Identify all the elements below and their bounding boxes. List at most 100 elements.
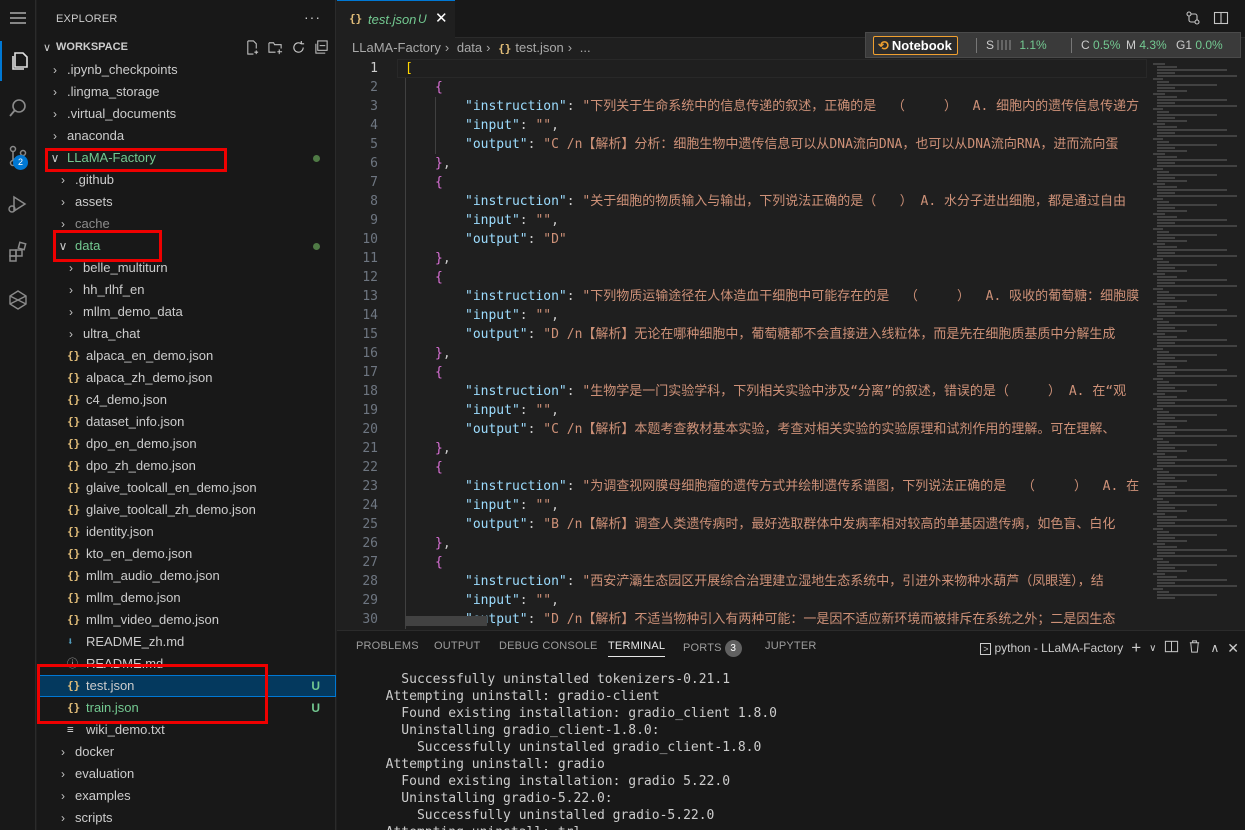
panel-tab[interactable]: JUPYTER — [765, 640, 817, 652]
tab-test-json[interactable]: {} test.json U ✕ — [337, 0, 455, 38]
minimap-line — [1157, 552, 1175, 554]
tree-file[interactable]: {} dpo_zh_demo.json — [37, 455, 336, 477]
tree-folder[interactable]: › docker — [37, 741, 336, 763]
remote-icon[interactable] — [0, 280, 36, 320]
panel-tab[interactable]: PROBLEMS — [356, 640, 419, 652]
tree-file[interactable]: ≡ wiki_demo.txt — [37, 719, 336, 741]
breadcrumb-item[interactable]: data — [457, 40, 482, 55]
minimap-line — [1157, 327, 1175, 329]
source-control-icon[interactable]: 2 — [0, 136, 36, 176]
minimap-line — [1157, 459, 1227, 461]
minimap-line — [1153, 363, 1165, 365]
panel-tab[interactable]: DEBUG CONSOLE — [499, 640, 598, 652]
split-editor-icon[interactable] — [1213, 10, 1229, 29]
tree-folder[interactable]: › hh_rlhf_en — [37, 279, 336, 301]
minimap-line — [1157, 330, 1187, 332]
chevron-right-icon: › — [567, 40, 573, 55]
refresh-icon[interactable] — [290, 39, 307, 56]
tree-file[interactable]: {} dataset_info.json — [37, 411, 336, 433]
breadcrumb-item[interactable]: LLaMA-Factory — [352, 40, 441, 55]
tree-file[interactable]: {} identity.json — [37, 521, 336, 543]
panel-tab[interactable]: OUTPUT — [434, 640, 480, 652]
tree-folder[interactable]: › assets — [37, 191, 336, 213]
minimap-line — [1157, 561, 1169, 563]
new-file-icon[interactable] — [244, 39, 261, 56]
tree-folder[interactable]: › cache — [37, 213, 336, 235]
minimap-line — [1157, 222, 1175, 224]
tree-folder[interactable]: › ultra_chat — [37, 323, 336, 345]
terminal-line: Attempting uninstall: gradio-client — [370, 689, 660, 704]
tree-item-label: mllm_audio_demo.json — [86, 568, 220, 583]
trash-icon[interactable] — [1187, 639, 1202, 657]
tree-folder[interactable]: › evaluation — [37, 763, 336, 785]
code-line: 12 { — [337, 268, 1147, 287]
menu-icon[interactable] — [0, 0, 36, 36]
run-debug-icon[interactable] — [0, 184, 36, 224]
tree-folder[interactable]: ∨ LLaMA-Factory — [37, 147, 336, 169]
close-icon[interactable]: ✕ — [1227, 640, 1239, 657]
new-terminal-icon[interactable]: + — [1131, 638, 1141, 658]
tree-file[interactable]: {} test.json U — [37, 675, 336, 697]
breadcrumb-item[interactable]: test.json — [515, 40, 563, 55]
minimap-line — [1157, 66, 1177, 68]
panel-tab[interactable]: PORTS 3 — [683, 640, 742, 657]
tree-folder[interactable]: › scripts — [37, 807, 336, 829]
tree-file[interactable]: {} kto_en_demo.json — [37, 543, 336, 565]
tree-folder[interactable]: › belle_multiturn — [37, 257, 336, 279]
terminal-selector[interactable]: > python - LLaMA-Factory — [980, 641, 1123, 655]
minimap-line — [1157, 240, 1187, 242]
tree-file[interactable]: {} alpaca_en_demo.json — [37, 345, 336, 367]
panel-tab[interactable]: TERMINAL — [608, 640, 666, 657]
breadcrumb-item[interactable]: ... — [580, 40, 591, 55]
minimap[interactable] — [1147, 59, 1245, 600]
tree-file[interactable]: {} c4_demo.json — [37, 389, 336, 411]
tree-folder[interactable]: › .github — [37, 169, 336, 191]
minimap-line — [1157, 102, 1175, 104]
minimap-line — [1157, 96, 1177, 98]
collapse-all-icon[interactable] — [313, 39, 330, 56]
minimap-line — [1157, 435, 1237, 437]
tree-item-label: dpo_en_demo.json — [86, 436, 197, 451]
tree-folder[interactable]: › examples — [37, 785, 336, 807]
tree-file[interactable]: {} glaive_toolcall_en_demo.json — [37, 477, 336, 499]
workspace-header[interactable]: ∨ WORKSPACE — [37, 38, 336, 58]
close-icon[interactable]: ✕ — [435, 9, 448, 27]
tree-item-label: belle_multiturn — [83, 260, 168, 275]
chevron-right-icon: › — [69, 327, 73, 341]
more-actions-icon[interactable]: ··· — [304, 9, 321, 25]
tree-folder[interactable]: › .lingma_storage — [37, 81, 336, 103]
tree-file[interactable]: {} mllm_demo.json — [37, 587, 336, 609]
open-changes-icon[interactable] — [1185, 10, 1201, 29]
search-icon[interactable] — [0, 88, 36, 128]
scrollbar-thumb[interactable] — [405, 616, 487, 626]
tree-file[interactable]: {} glaive_toolcall_zh_demo.json — [37, 499, 336, 521]
new-folder-icon[interactable] — [267, 39, 284, 56]
code-line: 24 "input": "", — [337, 496, 1147, 515]
terminal-output[interactable]: Successfully uninstalled tokenizers-0.21… — [370, 671, 1230, 830]
extensions-icon[interactable] — [0, 232, 36, 272]
tree-file[interactable]: ⓘ README.md — [37, 653, 336, 675]
code-line: 28 "instruction": "西安浐灞生态园区开展综合治理建立湿地生态系统… — [337, 572, 1147, 591]
usage-bars-icon — [997, 39, 1013, 53]
tree-folder[interactable]: ∨ data — [37, 235, 336, 257]
code-editor[interactable]: 1[2{3 "instruction": "下列关于生命系统中的信息传递的叙述，正… — [337, 59, 1147, 630]
tree-file[interactable]: {} mllm_audio_demo.json — [37, 565, 336, 587]
tree-file[interactable]: {} mllm_video_demo.json — [37, 609, 336, 631]
notebook-button[interactable]: ⟲ Notebook — [873, 36, 958, 55]
chevron-down-icon[interactable]: ∨ — [1149, 643, 1156, 654]
tree-file[interactable]: {} dpo_en_demo.json — [37, 433, 336, 455]
minimap-line — [1157, 180, 1187, 182]
tree-folder[interactable]: › mllm_demo_data — [37, 301, 336, 323]
tree-file[interactable]: {} train.json U — [37, 697, 336, 719]
horizontal-scrollbar[interactable] — [405, 616, 1147, 626]
tree-folder[interactable]: › anaconda — [37, 125, 336, 147]
chevron-up-icon[interactable]: ∧ — [1210, 641, 1219, 655]
minimap-line — [1157, 255, 1237, 257]
tree-file[interactable]: ⬇ README_zh.md — [37, 631, 336, 653]
tree-folder[interactable]: › .ipynb_checkpoints — [37, 59, 336, 81]
chevron-right-icon: › — [61, 789, 65, 803]
tree-folder[interactable]: › .virtual_documents — [37, 103, 336, 125]
split-terminal-icon[interactable] — [1164, 639, 1179, 657]
explorer-icon[interactable] — [0, 41, 36, 81]
tree-file[interactable]: {} alpaca_zh_demo.json — [37, 367, 336, 389]
